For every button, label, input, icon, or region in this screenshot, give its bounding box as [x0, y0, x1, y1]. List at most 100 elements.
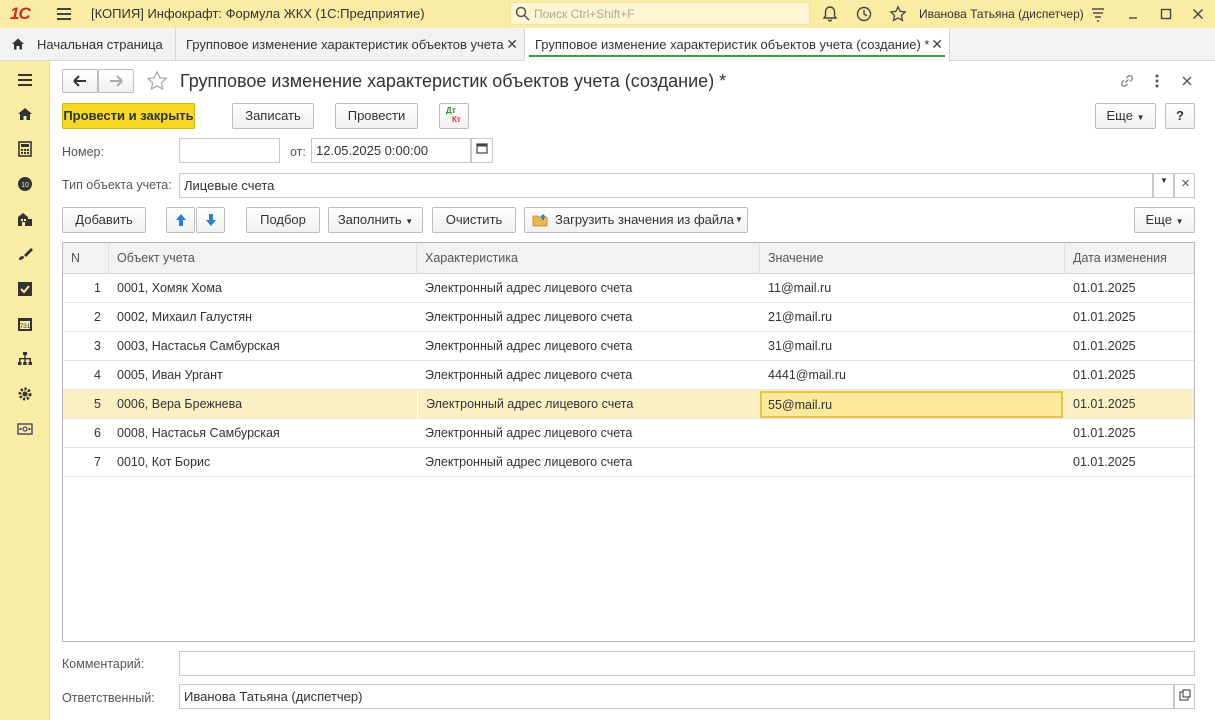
- open-responsible-button[interactable]: [1174, 684, 1195, 709]
- menu-icon[interactable]: [17, 72, 33, 88]
- forward-button[interactable]: [98, 69, 134, 93]
- table-row[interactable]: 4 0005, Иван Ургант Электронный адрес ли…: [63, 361, 1194, 390]
- date-cell[interactable]: 01.01.2025: [1065, 303, 1194, 332]
- maximize-icon[interactable]: [1157, 5, 1175, 23]
- date-cell[interactable]: 01.01.2025: [1065, 274, 1194, 303]
- date-cell[interactable]: 01.01.2025: [1065, 390, 1194, 419]
- value-cell[interactable]: 21@mail.ru: [760, 303, 1065, 332]
- table-row[interactable]: 6 0008, Настасья Самбурская Электронный …: [63, 419, 1194, 448]
- object-type-clear-icon[interactable]: ✕: [1174, 173, 1195, 198]
- responsible-field[interactable]: Иванова Татьяна (диспетчер): [179, 684, 1174, 709]
- object-cell[interactable]: 0010, Кот Борис: [109, 448, 417, 477]
- table-row-selected[interactable]: 5 0006, Вера Брежнева Электронный адрес …: [63, 390, 1194, 419]
- column-header-n[interactable]: N: [63, 243, 109, 274]
- search-input[interactable]: Поиск Ctrl+Shift+F: [510, 2, 810, 25]
- characteristics-table[interactable]: N Объект учета Характеристика Значение Д…: [62, 242, 1195, 642]
- close-window-icon[interactable]: [1189, 5, 1207, 23]
- minimize-icon[interactable]: [1124, 5, 1142, 23]
- calculator-icon[interactable]: [17, 141, 33, 157]
- column-header-value[interactable]: Значение: [760, 243, 1065, 274]
- value-cell-focused[interactable]: 55@mail.ru: [760, 391, 1063, 418]
- favorite-star-icon[interactable]: [146, 70, 168, 92]
- characteristic-cell[interactable]: Электронный адрес лицевого счета: [417, 361, 760, 390]
- number-field[interactable]: [179, 138, 280, 163]
- value-cell[interactable]: 31@mail.ru: [760, 332, 1065, 361]
- post-and-close-button[interactable]: Провести и закрыть: [62, 103, 195, 129]
- object-type-field[interactable]: Лицевые счета: [179, 173, 1153, 198]
- date-cell[interactable]: 01.01.2025: [1065, 332, 1194, 361]
- value-cell[interactable]: 11@mail.ru: [760, 274, 1065, 303]
- table-row[interactable]: 2 0002, Михаил Галустян Электронный адре…: [63, 303, 1194, 332]
- object-cell[interactable]: 0008, Настасья Самбурская: [109, 419, 417, 448]
- current-user[interactable]: Иванова Татьяна (диспетчер): [919, 7, 1084, 21]
- tab-group-change-create[interactable]: Групповое изменение характеристик объект…: [525, 28, 950, 61]
- link-icon[interactable]: [1118, 72, 1136, 90]
- characteristic-cell[interactable]: Электронный адрес лицевого счета: [417, 448, 760, 477]
- value-cell[interactable]: [760, 419, 1065, 448]
- help-button[interactable]: ?: [1165, 103, 1195, 129]
- table-row[interactable]: 3 0003, Настасья Самбурская Электронный …: [63, 332, 1194, 361]
- org-structure-icon[interactable]: [17, 351, 33, 367]
- building-icon[interactable]: [17, 211, 33, 227]
- pick-button[interactable]: Подбор: [246, 207, 320, 233]
- more-button[interactable]: Еще ▼: [1095, 103, 1156, 129]
- load-from-file-button[interactable]: Загрузить значения из файла ▼: [524, 207, 748, 233]
- object-cell[interactable]: 0002, Михаил Галустян: [109, 303, 417, 332]
- move-down-button[interactable]: [196, 207, 225, 233]
- back-button[interactable]: [62, 69, 98, 93]
- value-cell[interactable]: 4441@mail.ru: [760, 361, 1065, 390]
- post-button[interactable]: Провести: [335, 103, 418, 129]
- table-row[interactable]: 7 0010, Кот Борис Электронный адрес лице…: [63, 448, 1194, 477]
- dt-label: Дт: [446, 106, 456, 115]
- clear-button[interactable]: Очистить: [432, 207, 516, 233]
- object-cell[interactable]: 0006, Вера Брежнева: [109, 390, 417, 419]
- date-cell[interactable]: 01.01.2025: [1065, 361, 1194, 390]
- table-row[interactable]: 1 0001, Хомяк Хома Электронный адрес лиц…: [63, 274, 1194, 303]
- characteristic-cell[interactable]: Электронный адрес лицевого счета: [417, 390, 760, 419]
- characteristic-cell[interactable]: Электронный адрес лицевого счета: [417, 303, 760, 332]
- star-icon[interactable]: [889, 5, 907, 23]
- settings-icon[interactable]: [17, 386, 33, 402]
- brush-icon[interactable]: [17, 246, 33, 262]
- characteristic-cell[interactable]: Электронный адрес лицевого счета: [417, 332, 760, 361]
- value-cell[interactable]: [760, 448, 1065, 477]
- more-vertical-icon[interactable]: [1150, 72, 1164, 90]
- checkbox-icon[interactable]: [17, 281, 33, 297]
- tab-group-change[interactable]: Групповое изменение характеристик объект…: [176, 28, 525, 61]
- close-form-icon[interactable]: [1179, 73, 1195, 89]
- column-header-object[interactable]: Объект учета: [109, 243, 417, 274]
- add-button[interactable]: Добавить: [62, 207, 146, 233]
- characteristic-cell[interactable]: Электронный адрес лицевого счета: [417, 419, 760, 448]
- home-icon[interactable]: [17, 106, 33, 122]
- close-tab-icon[interactable]: ✕: [506, 36, 518, 53]
- folder-upload-icon: [532, 214, 548, 227]
- column-header-characteristic[interactable]: Характеристика: [417, 243, 760, 274]
- tab-home[interactable]: Начальная страница: [0, 28, 176, 61]
- table-more-button[interactable]: Еще ▼: [1134, 207, 1195, 233]
- object-cell[interactable]: 0003, Настасья Самбурская: [109, 332, 417, 361]
- bell-icon[interactable]: [821, 5, 839, 23]
- column-header-date[interactable]: Дата изменения: [1065, 243, 1194, 274]
- comment-field[interactable]: [179, 651, 1195, 676]
- more-label: Еще: [1106, 108, 1133, 123]
- date-cell[interactable]: 01.01.2025: [1065, 448, 1194, 477]
- object-cell[interactable]: 0005, Иван Ургант: [109, 361, 417, 390]
- close-tab-icon[interactable]: ✕: [931, 36, 943, 53]
- object-type-dropdown-icon[interactable]: ▼: [1153, 173, 1174, 198]
- history-icon[interactable]: [855, 5, 873, 23]
- characteristic-cell[interactable]: Электронный адрес лицевого счета: [417, 274, 760, 303]
- date-field[interactable]: 12.05.2025 0:00:00: [311, 138, 471, 163]
- main-menu-icon[interactable]: [57, 6, 71, 20]
- dt-kt-button[interactable]: Дт Кт: [439, 103, 469, 129]
- fill-button[interactable]: Заполнить ▼: [328, 207, 423, 233]
- move-up-button[interactable]: [166, 207, 195, 233]
- calendar-icon[interactable]: 731: [17, 316, 33, 332]
- settings-menu-icon[interactable]: [1089, 5, 1107, 23]
- object-cell[interactable]: 0001, Хомяк Хома: [109, 274, 417, 303]
- arrow-down-icon: [205, 214, 216, 226]
- cash-icon[interactable]: [17, 421, 33, 437]
- calendar-button[interactable]: [471, 138, 493, 163]
- date-cell[interactable]: 01.01.2025: [1065, 419, 1194, 448]
- counter-icon[interactable]: 10: [17, 176, 33, 192]
- save-button[interactable]: Записать: [232, 103, 314, 129]
